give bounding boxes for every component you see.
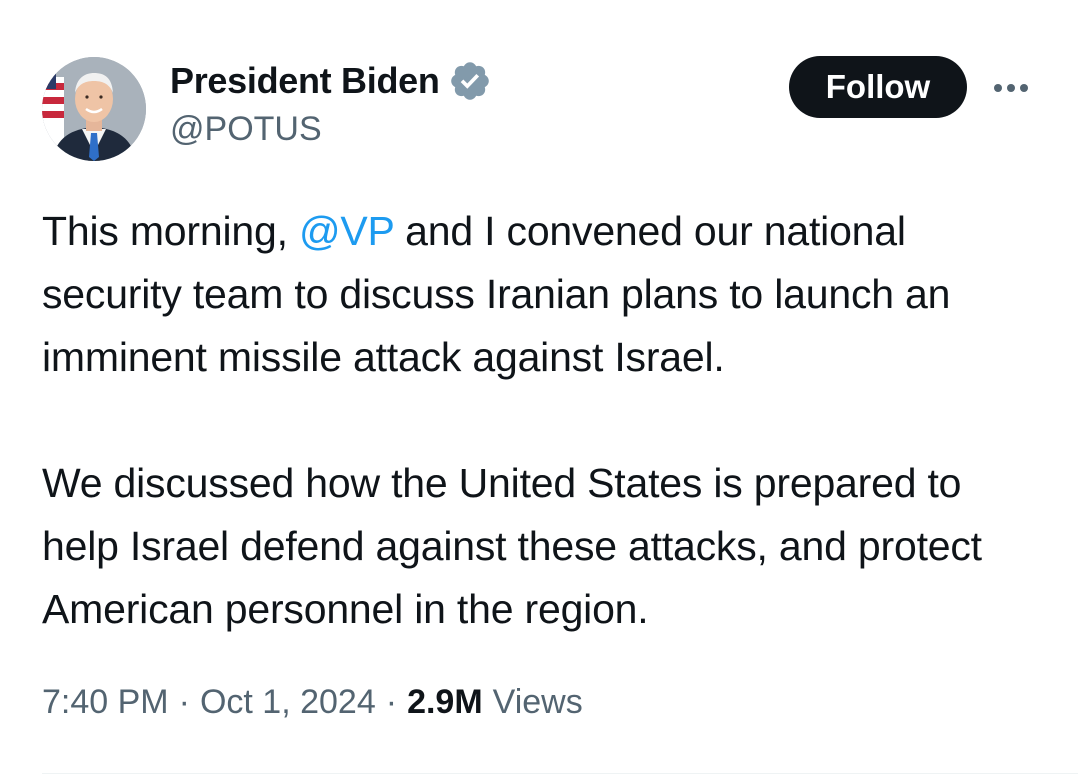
tweet-text: This morning, @VP and I convened our nat… bbox=[42, 200, 1042, 641]
more-horizontal-icon bbox=[994, 84, 1028, 92]
tweet-paragraph-1: This morning, @VP and I convened our nat… bbox=[42, 200, 1042, 389]
tweet-metadata: 7:40 PM · Oct 1, 2024 · 2.9M Views bbox=[42, 683, 583, 722]
tweet-paragraph-2: We discussed how the United States is pr… bbox=[42, 460, 982, 632]
more-options-button[interactable] bbox=[988, 72, 1036, 104]
meta-separator: · bbox=[178, 683, 190, 721]
tweet-card: President Biden @POTUS Follow This morni… bbox=[0, 0, 1078, 783]
avatar-photo-icon bbox=[42, 57, 146, 161]
author-handle[interactable]: @POTUS bbox=[170, 110, 322, 149]
meta-separator: · bbox=[385, 683, 398, 721]
views-label: Views bbox=[492, 683, 583, 721]
display-name[interactable]: President Biden bbox=[170, 60, 440, 102]
tweet-time[interactable]: 7:40 PM bbox=[42, 683, 169, 722]
tweet-date[interactable]: Oct 1, 2024 bbox=[200, 683, 376, 722]
divider bbox=[42, 773, 1078, 774]
mention-link-vp[interactable]: @VP bbox=[299, 208, 394, 254]
avatar[interactable] bbox=[42, 57, 146, 161]
tweet-text-segment: This morning, bbox=[42, 208, 299, 254]
author-name-row: President Biden bbox=[170, 58, 492, 104]
follow-button[interactable]: Follow bbox=[789, 56, 967, 118]
views-count[interactable]: 2.9M bbox=[407, 683, 483, 722]
verified-badge-icon[interactable] bbox=[448, 59, 492, 103]
